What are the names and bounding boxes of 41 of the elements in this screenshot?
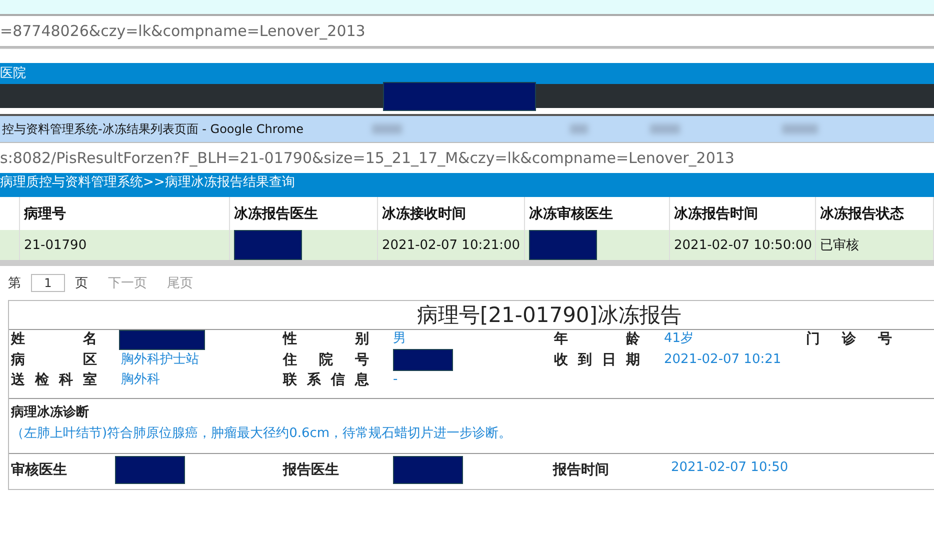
breadcrumb: 病理质控与资料管理系统>>病理冰冻报告结果查询: [0, 175, 295, 190]
page-input[interactable]: 1: [31, 274, 65, 292]
report-title: 病理号[21-01790]冰冻报告: [9, 301, 934, 330]
field-value: 胸外科: [121, 372, 160, 387]
page-suffix: 页: [75, 275, 88, 292]
header-title: 医院: [0, 66, 26, 81]
blurred-label: [650, 124, 680, 134]
url-text: =87748026&czy=lk&compname=Lenover_2013: [0, 22, 366, 40]
signature-label: 审核医生: [11, 461, 68, 479]
signature-label: 报告医生: [283, 461, 340, 479]
table-row[interactable]: 21-01790 2021-02-07 10:21:00 2021-02-07 10:50:00 已审核: [0, 230, 934, 260]
table-cell-text: 已审核: [820, 237, 859, 254]
field-label: 收到日期: [554, 351, 640, 369]
field-label: 送检科室: [11, 371, 97, 389]
signature-value: 2021-02-07 10:50: [671, 460, 788, 475]
field-value: 胸外科护士站: [121, 352, 199, 367]
blurred-label: [372, 124, 402, 134]
field-value: -: [393, 372, 398, 387]
url-text: s:8082/PisResultForzen?F_BLH=21-01790&size=15_21_17_M&czy=lk&compname=Lenover_2013: [0, 149, 734, 167]
field-label: 姓 名: [11, 330, 97, 348]
blurred-label: [782, 124, 818, 134]
diagnosis-text: （左肺上叶结节)符合肺原位腺癌，肿瘤最大径约0.6cm，待常规石蜡切片进一步诊断。: [11, 425, 513, 443]
address-bar[interactable]: =87748026&czy=lk&compname=Lenover_2013: [0, 16, 934, 48]
field-label: 门 诊 号: [806, 330, 892, 348]
field-label: 病 区: [11, 351, 97, 369]
table-cell: 21-01790: [24, 238, 87, 252]
field-label: 联系信息: [283, 371, 369, 389]
signature-label: 报告时间: [553, 461, 610, 479]
field-value: 男: [393, 331, 406, 346]
table-cell: 2021-02-07 10:50:00: [674, 238, 812, 252]
window-title: 控与资料管理系统-冰冻结果列表页面 - Google Chrome: [1, 120, 304, 138]
field-label: 性 别: [283, 330, 369, 348]
page-prefix: 第: [8, 275, 21, 292]
scrollbar[interactable]: [0, 260, 934, 266]
diagnosis-label: 病理冰冻诊断: [11, 404, 90, 422]
field-value: 2021-02-07 10:21: [664, 352, 782, 367]
blurred-label: [570, 124, 588, 134]
field-label: 年 龄: [554, 330, 640, 348]
field-label: 住 院 号: [283, 351, 369, 369]
field-value: 41岁: [664, 331, 694, 346]
table-cell: 2021-02-07 10:21:00: [382, 238, 520, 252]
